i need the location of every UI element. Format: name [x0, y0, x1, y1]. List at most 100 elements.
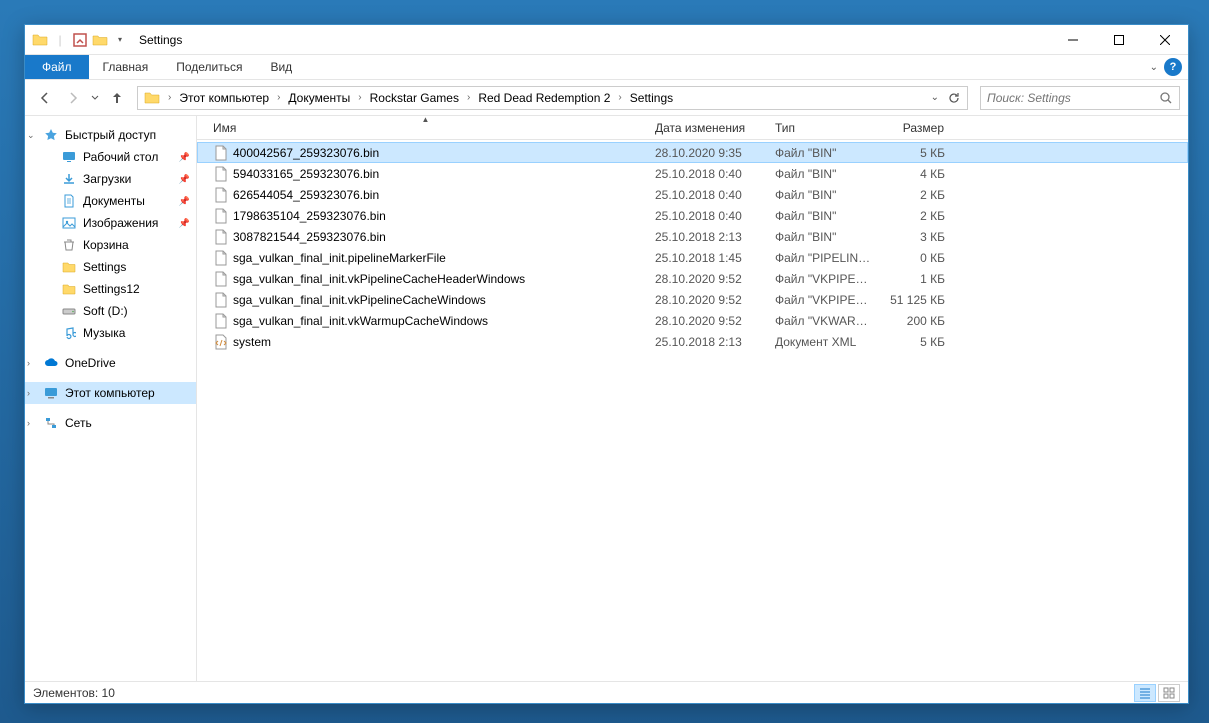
file-date: 25.10.2018 1:45 [647, 251, 767, 265]
address-folder-icon[interactable] [140, 87, 164, 109]
file-row[interactable]: 594033165_259323076.bin25.10.2018 0:40Фа… [197, 163, 1188, 184]
sidebar-item-label: Корзина [83, 238, 129, 252]
column-type[interactable]: Тип [767, 121, 881, 135]
trash-icon [61, 237, 77, 253]
file-size: 3 КБ [881, 230, 953, 244]
search-box[interactable] [980, 86, 1180, 110]
downloads-icon [61, 171, 77, 187]
tab-share[interactable]: Поделиться [162, 55, 256, 79]
minimize-button[interactable] [1050, 25, 1096, 54]
quick-access-toolbar: | ▾ [31, 31, 129, 49]
desktop-icon [61, 149, 77, 165]
file-date: 28.10.2020 9:52 [647, 272, 767, 286]
view-details-button[interactable] [1134, 684, 1156, 702]
address-bar[interactable]: › Этот компьютер › Документы › Rockstar … [137, 86, 968, 110]
nav-back-button[interactable] [33, 86, 57, 110]
file-date: 25.10.2018 0:40 [647, 188, 767, 202]
new-folder-icon[interactable] [91, 31, 109, 49]
chevron-right-icon[interactable]: › [164, 92, 175, 103]
status-bar: Элементов: 10 [25, 681, 1188, 703]
help-icon[interactable]: ? [1164, 58, 1182, 76]
chevron-right-icon[interactable]: › [463, 92, 474, 103]
sidebar-item-label: Soft (D:) [83, 304, 128, 318]
sidebar-network[interactable]: › Сеть [25, 412, 196, 434]
file-row[interactable]: sga_vulkan_final_init.vkPipelineCacheWin… [197, 289, 1188, 310]
breadcrumb-segment[interactable]: Rockstar Games [366, 87, 463, 109]
file-size: 4 КБ [881, 167, 953, 181]
maximize-button[interactable] [1096, 25, 1142, 54]
file-name: sga_vulkan_final_init.vkWarmupCacheWindo… [233, 314, 488, 328]
search-icon[interactable] [1159, 91, 1173, 105]
file-size: 1 КБ [881, 272, 953, 286]
chevron-down-icon[interactable]: ⌄ [27, 130, 39, 141]
file-size: 2 КБ [881, 188, 953, 202]
file-row[interactable]: 3087821544_259323076.bin25.10.2018 2:13Ф… [197, 226, 1188, 247]
status-text: Элементов: 10 [33, 686, 115, 700]
nav-up-button[interactable] [105, 86, 129, 110]
nav-forward-button[interactable] [61, 86, 85, 110]
file-row[interactable]: sga_vulkan_final_init.vkPipelineCacheHea… [197, 268, 1188, 289]
column-name[interactable]: ▲ Имя [205, 121, 647, 135]
view-thumbnails-button[interactable] [1158, 684, 1180, 702]
sidebar-item-desktop[interactable]: Рабочий стол 📌 [25, 146, 196, 168]
sidebar-item-recycle[interactable]: Корзина [25, 234, 196, 256]
chevron-right-icon[interactable]: › [27, 358, 39, 368]
file-size: 2 КБ [881, 209, 953, 223]
breadcrumb-segment[interactable]: Settings [626, 87, 677, 109]
file-list[interactable]: 400042567_259323076.bin28.10.2020 9:35Фа… [197, 140, 1188, 681]
window-controls [1050, 25, 1188, 54]
chevron-right-icon[interactable]: › [27, 388, 39, 398]
sidebar-item-label: Документы [83, 194, 145, 208]
properties-icon[interactable] [71, 31, 89, 49]
file-row[interactable]: 626544054_259323076.bin25.10.2018 0:40Фа… [197, 184, 1188, 205]
sidebar-item-documents[interactable]: Документы 📌 [25, 190, 196, 212]
file-row[interactable]: 1798635104_259323076.bin25.10.2018 0:40Ф… [197, 205, 1188, 226]
file-row[interactable]: sga_vulkan_final_init.vkWarmupCacheWindo… [197, 310, 1188, 331]
sidebar-item-downloads[interactable]: Загрузки 📌 [25, 168, 196, 190]
sidebar-quick-access[interactable]: ⌄ Быстрый доступ [25, 124, 196, 146]
sidebar-item-soft-d[interactable]: Soft (D:) [25, 300, 196, 322]
breadcrumb-segment[interactable]: Этот компьютер [175, 87, 273, 109]
sidebar-item-music[interactable]: Музыка [25, 322, 196, 344]
column-date[interactable]: Дата изменения [647, 121, 767, 135]
file-row[interactable]: system25.10.2018 2:13Документ XML5 КБ [197, 331, 1188, 352]
file-size: 0 КБ [881, 251, 953, 265]
qat-dropdown-icon[interactable]: ▾ [111, 31, 129, 49]
column-size[interactable]: Размер [881, 121, 953, 135]
refresh-icon[interactable] [947, 91, 961, 105]
sidebar-item-label: OneDrive [65, 356, 116, 370]
sidebar-onedrive[interactable]: › OneDrive [25, 352, 196, 374]
nav-recent-dropdown[interactable] [89, 86, 101, 110]
file-date: 28.10.2020 9:52 [647, 293, 767, 307]
chevron-right-icon[interactable]: › [27, 418, 39, 428]
sidebar-item-settings12[interactable]: Settings12 [25, 278, 196, 300]
pictures-icon [61, 215, 77, 231]
tab-home[interactable]: Главная [89, 55, 163, 79]
search-input[interactable] [987, 91, 1159, 105]
breadcrumb-segment[interactable]: Документы [284, 87, 354, 109]
file-name: system [233, 335, 271, 349]
chevron-right-icon[interactable]: › [354, 92, 365, 103]
music-icon [61, 325, 77, 341]
cloud-icon [43, 355, 59, 371]
breadcrumb-segment[interactable]: Red Dead Redemption 2 [474, 87, 614, 109]
tab-file[interactable]: Файл [25, 55, 89, 79]
main-area: ⌄ Быстрый доступ Рабочий стол 📌 Загрузки… [25, 116, 1188, 681]
file-icon [213, 334, 229, 350]
sidebar-item-pictures[interactable]: Изображения 📌 [25, 212, 196, 234]
ribbon-expand-icon[interactable]: ⌄ [1150, 62, 1158, 73]
folder-icon [61, 281, 77, 297]
file-icon [213, 208, 229, 224]
tab-view[interactable]: Вид [256, 55, 306, 79]
sidebar-this-pc[interactable]: › Этот компьютер [25, 382, 196, 404]
sidebar-item-settings[interactable]: Settings [25, 256, 196, 278]
chevron-right-icon[interactable]: › [614, 92, 625, 103]
chevron-right-icon[interactable]: › [273, 92, 284, 103]
file-row[interactable]: sga_vulkan_final_init.pipelineMarkerFile… [197, 247, 1188, 268]
file-date: 25.10.2018 0:40 [647, 167, 767, 181]
close-button[interactable] [1142, 25, 1188, 54]
address-dropdown-icon[interactable]: ⌄ [931, 92, 939, 103]
file-date: 25.10.2018 2:13 [647, 230, 767, 244]
file-row[interactable]: 400042567_259323076.bin28.10.2020 9:35Фа… [197, 142, 1188, 163]
file-name: 594033165_259323076.bin [233, 167, 379, 181]
